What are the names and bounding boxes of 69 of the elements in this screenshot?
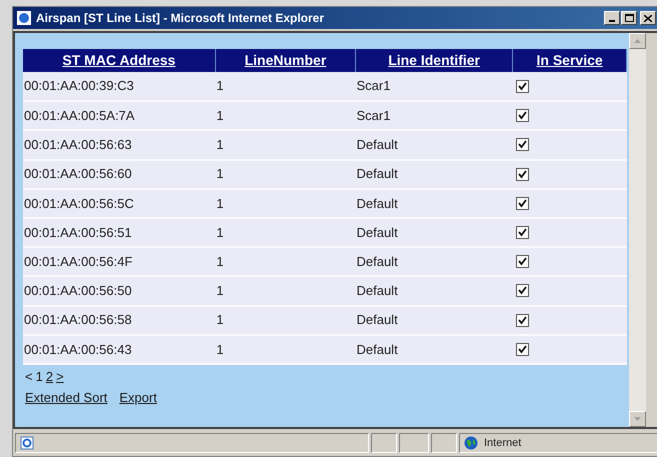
checkbox[interactable]	[516, 196, 529, 210]
table-cell: 1	[216, 196, 224, 211]
table-cell: 00:01:AA:00:56:58	[24, 312, 132, 328]
table-cell: Default	[356, 137, 398, 152]
page-link[interactable]: >	[56, 366, 64, 386]
table-cell: Default	[356, 312, 398, 328]
scroll-down-button[interactable]	[629, 411, 646, 427]
checkbox[interactable]	[516, 314, 529, 327]
page-icon	[20, 436, 34, 450]
table-cell: Default	[356, 224, 398, 240]
table-cell: 00:01:AA:00:56:50	[24, 283, 132, 298]
close-button[interactable]	[640, 11, 656, 25]
table-cell: Default	[356, 342, 398, 357]
table-cell: 1	[216, 342, 224, 357]
window-title: Airspan [ST Line List] - Microsoft Internet Explorer	[36, 10, 324, 27]
table-cell: Default	[356, 196, 398, 211]
status-pane	[399, 433, 429, 453]
browser-icon	[16, 10, 32, 26]
scrollbar[interactable]	[629, 33, 646, 427]
table-cell: 1	[216, 137, 224, 152]
table-cell: 00:01:AA:00:56:5C	[24, 196, 134, 211]
table-cell: 1	[216, 283, 224, 298]
checkbox[interactable]	[516, 168, 529, 181]
table-cell: Default	[356, 166, 398, 182]
table-cell: 00:01:AA:00:56:51	[24, 224, 132, 240]
table-cell: 00:01:AA:00:56:43	[24, 342, 132, 357]
security-zone-label: Internet	[484, 436, 522, 451]
maximize-icon	[624, 14, 634, 22]
checkbox[interactable]	[516, 109, 529, 122]
table-cell: 1	[216, 78, 224, 94]
maximize-button[interactable]	[621, 11, 637, 25]
down-arrow-icon	[634, 417, 641, 421]
minimize-icon	[609, 20, 615, 22]
column-header-link[interactable]: LineNumber	[244, 52, 326, 68]
status-pane	[431, 433, 457, 453]
table-cell: 00:01:AA:00:56:60	[24, 166, 132, 182]
status-pane	[371, 433, 397, 453]
minimize-button[interactable]	[604, 11, 620, 25]
table-cell: 1	[216, 166, 224, 182]
table-cell: Default	[356, 254, 398, 269]
table-cell: 00:01:AA:00:39:C3	[24, 78, 134, 94]
footer-link[interactable]: Export	[119, 388, 157, 408]
checkbox[interactable]	[516, 226, 529, 240]
table-cell: 1	[216, 254, 224, 269]
table-cell: Default	[356, 283, 398, 298]
checkbox[interactable]	[516, 255, 529, 268]
checkbox[interactable]	[516, 80, 529, 93]
current-page: 1	[36, 368, 43, 386]
column-header-link[interactable]: In Service	[536, 52, 603, 68]
globe-icon	[464, 436, 478, 450]
up-arrow-icon	[634, 39, 641, 43]
previous-page-arrow: <	[25, 368, 33, 386]
scroll-up-button[interactable]	[629, 33, 646, 49]
checkbox[interactable]	[516, 284, 529, 298]
table-cell: 00:01:AA:00:56:63	[24, 137, 132, 152]
column-header-link[interactable]: ST MAC Address	[62, 52, 176, 68]
table-cell: Scar1	[356, 78, 390, 94]
table-cell: 1	[216, 224, 224, 240]
page-link[interactable]: 2	[46, 366, 54, 386]
checkbox[interactable]	[516, 138, 529, 152]
table-cell: 00:01:AA:00:56:4F	[24, 254, 132, 269]
table-cell: 1	[216, 312, 224, 328]
table-cell: 00:01:AA:00:5A:7A	[24, 108, 135, 124]
column-header-link[interactable]: Line Identifier	[388, 52, 480, 68]
checkbox[interactable]	[516, 342, 529, 356]
table-cell: 1	[216, 108, 224, 124]
table-cell: Scar1	[356, 108, 390, 124]
close-icon	[644, 14, 652, 22]
footer-link[interactable]: Extended Sort	[25, 388, 108, 408]
